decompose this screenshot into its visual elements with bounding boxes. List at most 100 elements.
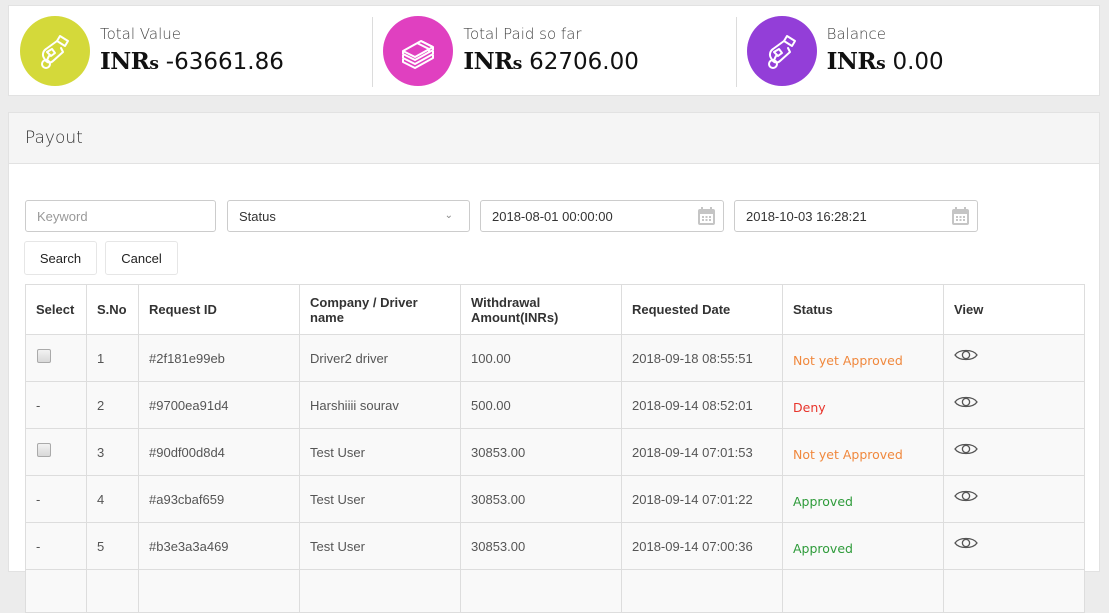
sno-cell: 4 (86, 475, 139, 523)
stat-icon-circle (383, 15, 454, 86)
stat-total-value: Total Value INRs -63661.86 (9, 6, 372, 95)
column-header-name: Company / Driver name (299, 284, 461, 335)
stat-value: INRs -63661.86 (100, 47, 284, 77)
view-cell (943, 381, 1085, 429)
view-cell (943, 475, 1085, 523)
select-cell: - (25, 522, 87, 570)
column-header-status: Status (782, 284, 944, 335)
currency-symbol: INRs (826, 47, 886, 75)
hand-coin-icon (41, 34, 69, 69)
eye-icon[interactable] (954, 536, 978, 550)
column-header-request-id: Request ID (138, 284, 300, 335)
panel-title: Payout (25, 128, 83, 148)
view-cell (943, 334, 1085, 382)
date-to-value: 2018-10-03 16:28:21 (746, 208, 867, 224)
calendar-icon[interactable] (697, 206, 716, 226)
select-cell[interactable] (25, 428, 87, 476)
status-cell: Approved (782, 475, 944, 523)
request-id-cell: #b3e3a3a469 (138, 522, 300, 570)
eye-icon[interactable] (954, 395, 978, 409)
eye-icon[interactable] (954, 348, 978, 362)
stat-amount: -63661.86 (165, 48, 284, 75)
stat-value: INRs 62706.00 (463, 47, 639, 77)
date-cell: 2018-09-14 07:01:22 (621, 475, 783, 523)
row-checkbox[interactable] (37, 349, 51, 364)
stat-text: Total Paid so far INRs 62706.00 (463, 25, 639, 77)
money-stack-icon (402, 39, 435, 69)
date-from-field[interactable]: 2018-08-01 00:00:00 (480, 200, 724, 232)
summary-stats: Total Value INRs -63661.86 Total Paid so… (8, 5, 1100, 96)
request-id-cell: #9700ea91d4 (138, 381, 300, 429)
status-select[interactable]: Status ⌄ (227, 200, 470, 232)
stat-amount: 0.00 (892, 48, 944, 75)
select-cell[interactable] (25, 334, 87, 382)
request-id-cell: #2f181e99eb (138, 334, 300, 382)
status-cell: Not yet Approved (782, 334, 944, 382)
status-cell: Deny (782, 381, 944, 429)
currency-symbol: INRs (463, 47, 522, 75)
request-id-cell: #90df00d8d4 (138, 428, 300, 476)
name-cell: Driver2 driver (299, 334, 461, 382)
view-cell (943, 428, 1085, 476)
column-header-view: View (943, 284, 1085, 335)
stat-text: Balance INRs 0.00 (827, 25, 944, 77)
date-cell: 2018-09-14 07:01:53 (621, 428, 783, 476)
table-row: - 2 #9700ea91d4 Harshiiii sourav 500.00 … (25, 381, 1085, 429)
cancel-button[interactable]: Cancel (105, 241, 178, 275)
name-cell: Test User (299, 428, 461, 476)
stat-label: Balance (826, 24, 887, 43)
table-row: - 5 #b3e3a3a469 Test User 30853.00 2018-… (25, 522, 1085, 570)
sno-cell: 2 (86, 381, 139, 429)
table-row: - 4 #a93cbaf659 Test User 30853.00 2018-… (25, 475, 1085, 523)
sno-cell: 3 (86, 428, 139, 476)
hand-coin-icon (767, 34, 796, 69)
amount-cell: 30853.00 (460, 428, 622, 476)
stat-label: Total Value (100, 24, 181, 43)
name-cell: Test User (299, 522, 461, 570)
keyword-field[interactable] (25, 200, 216, 232)
amount-cell: 100.00 (460, 334, 622, 382)
date-to-field[interactable]: 2018-10-03 16:28:21 (734, 200, 978, 232)
status-cell: Approved (782, 522, 944, 570)
table-header-row: Select S.No Request ID Company / Driver … (25, 284, 1085, 335)
stat-value: INRs 0.00 (826, 47, 944, 77)
calendar-icon[interactable] (951, 206, 970, 226)
date-cell: 2018-09-14 07:00:36 (621, 522, 783, 570)
column-header-select: Select (25, 284, 87, 335)
date-cell: 2018-09-14 08:52:01 (621, 381, 783, 429)
table-row (25, 569, 1085, 613)
payout-table: Select S.No Request ID Company / Driver … (25, 284, 1085, 613)
stat-icon-circle (20, 15, 90, 86)
request-id-cell: #a93cbaf659 (138, 475, 300, 523)
stat-total-paid: Total Paid so far INRs 62706.00 (372, 6, 735, 95)
stat-text: Total Value INRs -63661.86 (100, 25, 284, 77)
sno-cell: 1 (86, 334, 139, 382)
search-button[interactable]: Search (24, 241, 97, 275)
name-cell: Harshiiii sourav (299, 381, 461, 429)
stat-balance: Balance INRs 0.00 (735, 6, 1099, 95)
currency-symbol: INRs (100, 47, 159, 75)
status-cell: Not yet Approved (782, 428, 944, 476)
payout-panel: Payout Status ⌄ 2018-08-01 00:00:00 2018… (8, 112, 1100, 613)
stat-icon-circle (746, 15, 817, 86)
amount-cell: 500.00 (460, 381, 622, 429)
column-header-date: Requested Date (621, 284, 783, 335)
eye-icon[interactable] (954, 442, 978, 456)
view-cell (943, 522, 1085, 570)
name-cell: Test User (299, 475, 461, 523)
select-cell: - (25, 475, 87, 523)
table-row: 1 #2f181e99eb Driver2 driver 100.00 2018… (25, 334, 1085, 382)
sno-cell: 5 (86, 522, 139, 570)
amount-cell: 30853.00 (460, 522, 622, 570)
panel-header: Payout (9, 113, 1099, 164)
amount-cell: 30853.00 (460, 475, 622, 523)
keyword-input[interactable] (37, 208, 215, 224)
stat-amount: 62706.00 (529, 48, 639, 75)
chevron-down-icon: ⌄ (444, 210, 453, 221)
table-row: 3 #90df00d8d4 Test User 30853.00 2018-09… (25, 428, 1085, 476)
eye-icon[interactable] (954, 489, 978, 503)
row-checkbox[interactable] (37, 443, 51, 458)
select-cell: - (25, 381, 87, 429)
column-header-amount: Withdrawal Amount(INRs) (460, 284, 622, 335)
date-from-value: 2018-08-01 00:00:00 (492, 208, 613, 224)
